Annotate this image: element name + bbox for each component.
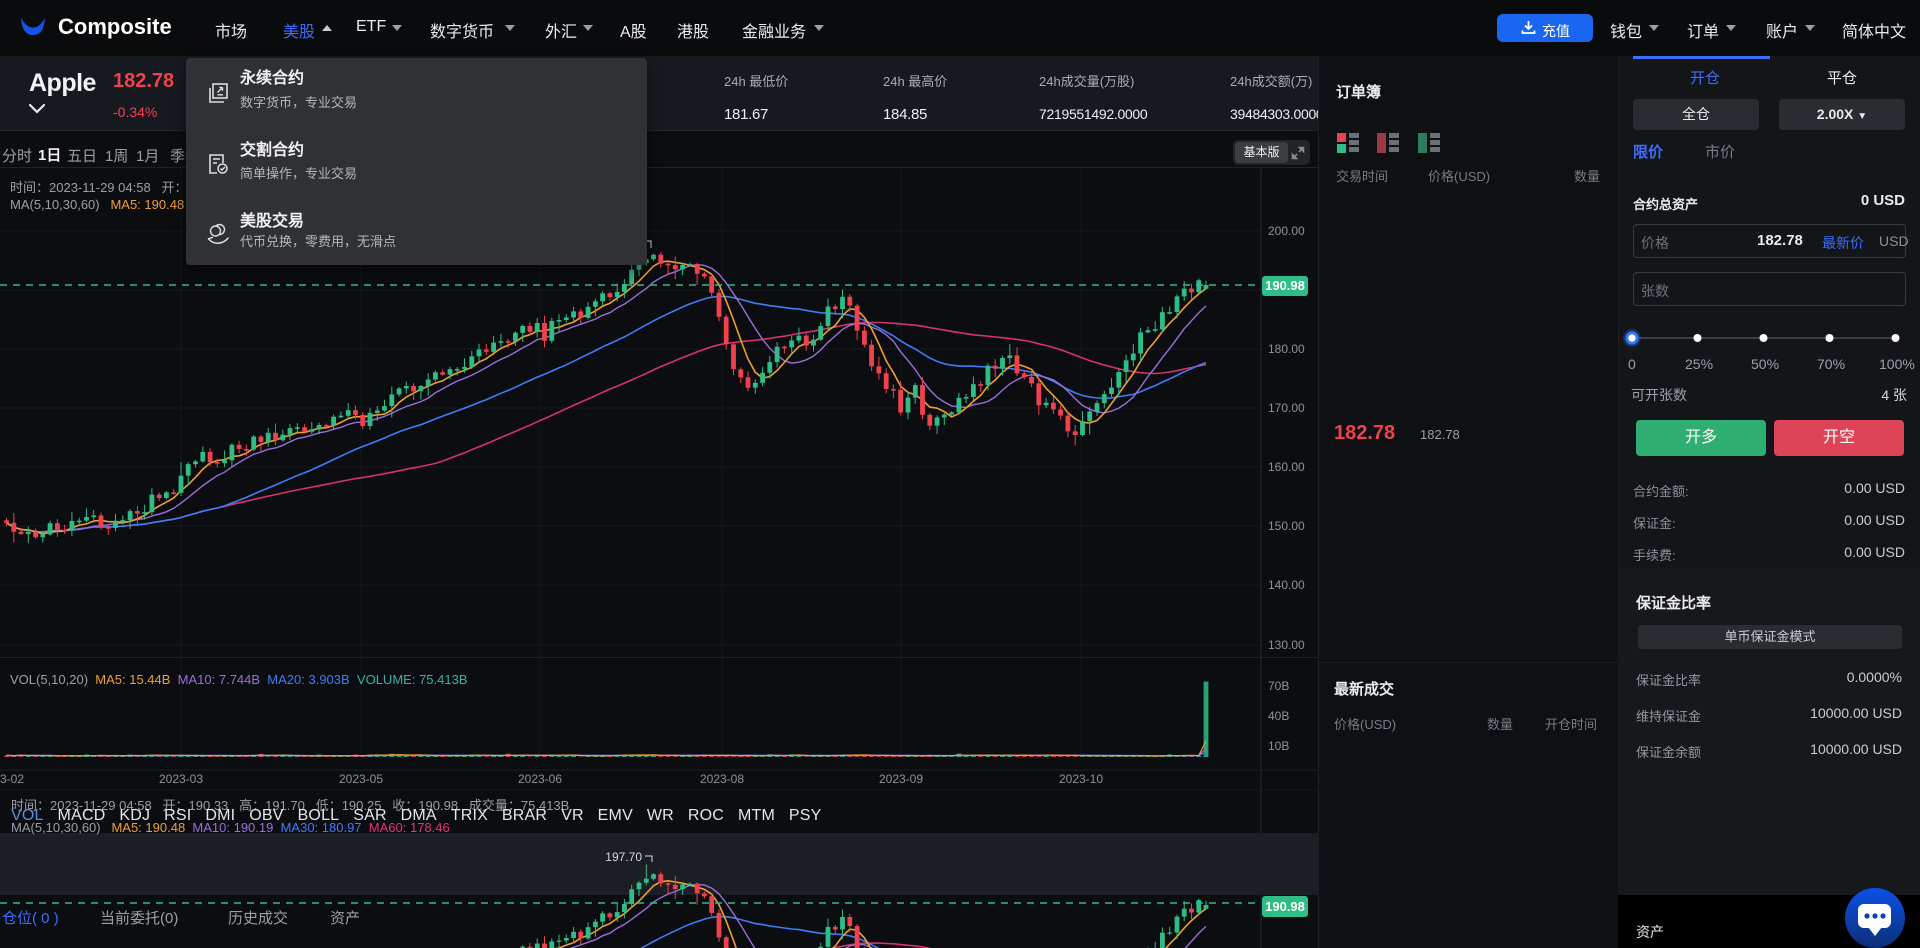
svg-text:190.98: 190.98 bbox=[1265, 278, 1305, 293]
svg-text:2023-10: 2023-10 bbox=[1059, 772, 1103, 786]
svg-text:180.00: 180.00 bbox=[1268, 342, 1305, 356]
svg-text:2023-06: 2023-06 bbox=[518, 772, 562, 786]
svg-text:2023-05: 2023-05 bbox=[339, 772, 383, 786]
svg-text:190.98: 190.98 bbox=[1265, 899, 1305, 914]
svg-text:10B: 10B bbox=[1268, 739, 1289, 753]
svg-text:170.00: 170.00 bbox=[1268, 401, 1305, 415]
svg-text:130.00: 130.00 bbox=[1268, 638, 1305, 652]
svg-text:40B: 40B bbox=[1268, 709, 1289, 723]
svg-text:70B: 70B bbox=[1268, 679, 1289, 693]
svg-text:150.00: 150.00 bbox=[1268, 519, 1305, 533]
svg-text:2023-08: 2023-08 bbox=[700, 772, 744, 786]
svg-text:2023-03: 2023-03 bbox=[159, 772, 203, 786]
svg-text:2023-02: 2023-02 bbox=[0, 772, 24, 786]
svg-text:197.70: 197.70 bbox=[605, 850, 642, 864]
svg-text:160.00: 160.00 bbox=[1268, 460, 1305, 474]
svg-text:2023-09: 2023-09 bbox=[879, 772, 923, 786]
svg-text:200.00: 200.00 bbox=[1268, 224, 1305, 238]
svg-text:140.00: 140.00 bbox=[1268, 578, 1305, 592]
